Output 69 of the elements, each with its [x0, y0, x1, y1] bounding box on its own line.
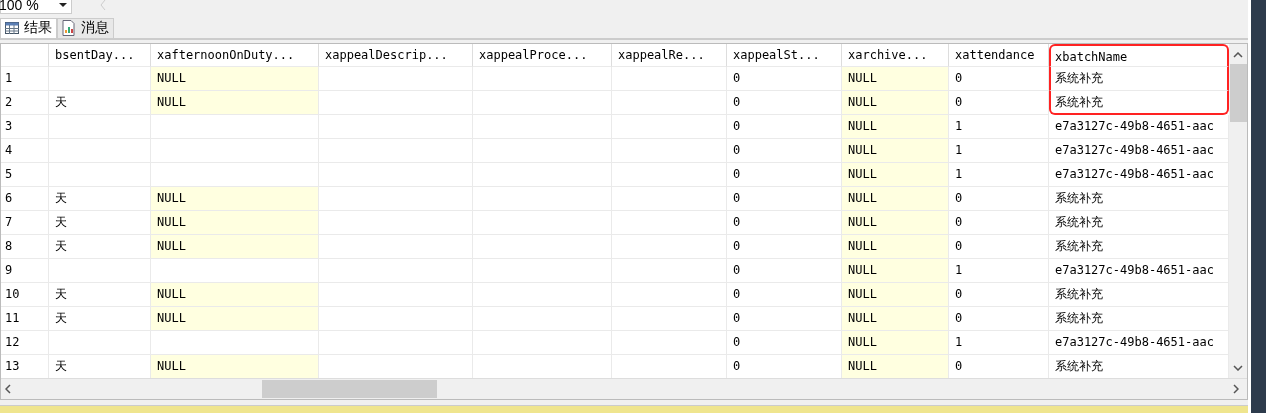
table-cell: NULL [842, 66, 949, 91]
vertical-scrollbar[interactable] [1229, 43, 1247, 378]
table-cell: NULL [151, 354, 319, 378]
column-header[interactable]: xbatchName [1049, 43, 1229, 67]
row-number: 3 [1, 114, 49, 139]
table-cell: 0 [949, 282, 1049, 307]
table-cell: 0 [949, 90, 1049, 115]
row-number: 12 [1, 330, 49, 355]
table-cell: NULL [151, 66, 319, 91]
row-number: 10 [1, 282, 49, 307]
row-number: 6 [1, 186, 49, 211]
scrollbar-thumb[interactable] [262, 379, 437, 398]
row-number: 8 [1, 234, 49, 259]
table-cell: NULL [842, 258, 949, 283]
grid-icon [5, 22, 19, 35]
table-cell: NULL [842, 330, 949, 355]
scroll-left-icon[interactable] [5, 383, 11, 394]
column-header[interactable]: xappealSt... [727, 43, 842, 67]
row-number: 4 [1, 138, 49, 163]
table-cell: NULL [842, 90, 949, 115]
scrollbar-thumb[interactable] [1229, 63, 1247, 122]
column-header[interactable]: xappealRe... [612, 43, 727, 67]
column-header[interactable] [1, 43, 49, 67]
table-cell: 0 [949, 234, 1049, 259]
table-cell: NULL [151, 210, 319, 235]
column-header[interactable]: xappealProce... [473, 43, 612, 67]
table-cell: NULL [151, 186, 319, 211]
table-cell: 0 [949, 306, 1049, 331]
table-cell: 1 [949, 330, 1049, 355]
table-cell: 1 [949, 114, 1049, 139]
caret-icon [59, 3, 67, 7]
table-cell: NULL [842, 186, 949, 211]
table-cell: NULL [842, 210, 949, 235]
table-cell: NULL [842, 282, 949, 307]
column-header[interactable]: xarchive... [842, 43, 949, 67]
horizontal-scrollbar[interactable] [1, 377, 1247, 399]
table-cell: NULL [842, 162, 949, 187]
table-cell: 0 [949, 210, 1049, 235]
table-cell: NULL [151, 306, 319, 331]
table-cell: 1 [949, 162, 1049, 187]
table-cell: NULL [842, 234, 949, 259]
row-number: 1 [1, 66, 49, 91]
table-cell: 1 [949, 138, 1049, 163]
column-header[interactable]: bsentDay... [49, 43, 151, 67]
document-icon [62, 20, 76, 37]
scroll-down-icon[interactable] [1233, 364, 1243, 371]
table-cell: 0 [949, 66, 1049, 91]
scroll-up-icon[interactable] [1233, 51, 1243, 58]
tab[interactable]: 消息 [57, 18, 114, 38]
row-number: 9 [1, 258, 49, 283]
row-number: 2 [1, 90, 49, 115]
table-cell: NULL [151, 234, 319, 259]
table-cell: NULL [151, 90, 319, 115]
table-cell: NULL [842, 306, 949, 331]
row-number: 7 [1, 210, 49, 235]
row-number: 11 [1, 306, 49, 331]
table-cell: NULL [842, 354, 949, 378]
table-cell: NULL [842, 138, 949, 163]
table-cell: NULL [842, 114, 949, 139]
scroll-right-icon[interactable] [1233, 383, 1239, 394]
column-header[interactable]: xattendance [949, 43, 1049, 67]
zoom-dropdown[interactable]: 100 % [0, 0, 72, 14]
column-header[interactable]: xafternoonOnDuty... [151, 43, 319, 67]
tab[interactable]: 结果 [0, 18, 57, 38]
table-cell: 1 [949, 258, 1049, 283]
column-header[interactable]: xappealDescrip... [319, 43, 473, 67]
table-cell: NULL [151, 282, 319, 307]
row-number: 5 [1, 162, 49, 187]
table-cell: 0 [949, 186, 1049, 211]
